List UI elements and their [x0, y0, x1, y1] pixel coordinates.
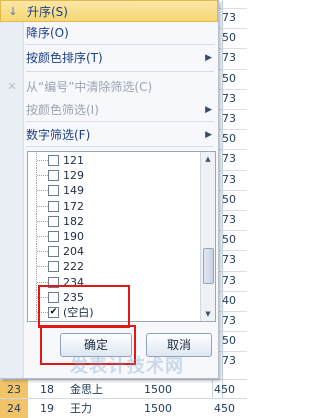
filter-value-item[interactable]: 204 — [28, 244, 200, 260]
menu-item-label: 按颜色排序(T) — [26, 51, 103, 65]
sheet-cell[interactable]: 73 — [222, 49, 247, 67]
filter-dropdown-menu: ↓ 升序(S) 降序(O) 按颜色排序(T) ▶ ✕ 从“编号”中清除筛选(C) 按颜色筛选(… — [0, 0, 219, 379]
row-number: 23 — [0, 380, 28, 399]
submenu-arrow-icon: ▶ — [205, 53, 212, 63]
sheet-cell[interactable]: 73 — [222, 312, 247, 330]
sheet-cell[interactable]: 18 — [40, 380, 64, 399]
checkbox[interactable] — [48, 170, 59, 182]
sheet-cell[interactable]: 19 — [40, 399, 64, 418]
menu-item-label: 按颜色筛选(I) — [26, 103, 99, 117]
menu-item-sort-by-color[interactable]: 按颜色排序(T) ▶ — [0, 47, 218, 69]
checkbox[interactable] — [48, 155, 59, 166]
scroll-down-icon[interactable]: ▼ — [202, 308, 214, 320]
sheet-cell[interactable]: 50 — [222, 70, 247, 88]
checkbox[interactable] — [48, 185, 59, 197]
sheet-cell[interactable]: 1500 — [144, 399, 184, 418]
sheet-cell[interactable]: 50 — [222, 332, 247, 350]
menu-item-label: 从“编号”中清除筛选(C) — [26, 80, 153, 94]
filter-value-item[interactable]: 182 — [28, 213, 200, 229]
table-row: 23 18 金思上 1500 450 — [0, 379, 247, 399]
menu-item-label: 升序(S) — [27, 5, 68, 19]
sheet-cell[interactable]: 73 — [222, 171, 247, 189]
menu-item-sort-ascending[interactable]: ↓ 升序(S) — [0, 0, 218, 22]
menu-item-filter-by-color: 按颜色筛选(I) ▶ — [0, 99, 218, 121]
menu-separator — [26, 146, 214, 147]
menu-item-sort-descending[interactable]: 降序(O) — [0, 22, 218, 44]
highlight-box-blank — [38, 285, 130, 328]
sheet-cell[interactable]: 73 — [222, 251, 247, 269]
sheet-cell[interactable]: 金思上 — [70, 380, 120, 399]
filter-value-label: 172 — [63, 199, 84, 213]
sheet-cell[interactable]: 73 — [222, 90, 247, 108]
sheet-cell[interactable]: 73 — [222, 211, 247, 229]
filter-value-item[interactable]: 129 — [28, 168, 200, 184]
menu-separator — [26, 44, 214, 45]
checklist-scrollbar[interactable]: ▲ ▼ — [200, 152, 215, 321]
filter-value-label: 182 — [63, 214, 84, 228]
row-number: 24 — [0, 399, 28, 418]
sheet-cell[interactable]: 73 — [222, 352, 247, 370]
checkbox[interactable] — [48, 261, 59, 273]
filter-value-label: 190 — [63, 230, 84, 243]
sheet-cell[interactable]: 50 — [222, 191, 247, 209]
sheet-cell[interactable]: 73 — [222, 272, 247, 290]
filter-value-label: 149 — [63, 184, 84, 198]
checkbox[interactable] — [48, 231, 59, 242]
filter-value-label: 121 — [63, 154, 84, 167]
sheet-cell[interactable]: 50 — [222, 231, 247, 249]
checkbox[interactable] — [48, 246, 59, 258]
menu-separator — [26, 71, 214, 72]
filter-value-label: 204 — [63, 245, 84, 259]
sheet-cell[interactable]: 50 — [222, 130, 247, 148]
filter-value-item[interactable]: 172 — [28, 198, 200, 214]
submenu-arrow-icon: ▶ — [205, 130, 212, 140]
menu-item-number-filters[interactable]: 数字筛选(F) ▶ — [0, 124, 218, 146]
sort-asc-icon: ↓ — [8, 5, 18, 18]
sheet-cell[interactable]: 王力 — [70, 399, 120, 418]
table-row: 24 19 王力 1500 450 — [0, 398, 247, 418]
watermark: 发表计技术网 — [70, 356, 184, 377]
checkbox[interactable] — [48, 215, 59, 227]
checkbox[interactable] — [48, 200, 59, 212]
clear-filter-icon: ✕ — [7, 80, 17, 93]
sheet-cell[interactable]: 73 — [222, 110, 247, 128]
filter-value-item[interactable]: 149 — [28, 183, 200, 199]
filter-value-item[interactable]: 190 — [28, 229, 200, 244]
filter-value-label: 129 — [63, 169, 84, 183]
menu-separator — [26, 121, 214, 122]
sheet-cell[interactable]: 73 — [222, 150, 247, 168]
sheet-cell[interactable]: 73 — [222, 9, 247, 27]
sheet-cell[interactable]: 450 — [214, 399, 247, 418]
filter-value-item[interactable]: 121 — [28, 153, 200, 168]
sheet-cell[interactable]: 40 — [222, 292, 247, 310]
scroll-up-icon[interactable]: ▲ — [202, 153, 214, 165]
scroll-thumb[interactable] — [203, 248, 214, 284]
filter-value-item[interactable]: 222 — [28, 259, 200, 275]
menu-item-label: 降序(O) — [26, 26, 69, 40]
menu-item-clear-filter: ✕ 从“编号”中清除筛选(C) — [0, 76, 218, 98]
sheet-cell[interactable]: 450 — [214, 380, 247, 399]
filter-value-label: 222 — [63, 260, 84, 274]
submenu-arrow-icon: ▶ — [205, 105, 212, 115]
menu-item-label: 数字筛选(F) — [26, 128, 91, 142]
sheet-cell[interactable]: 50 — [222, 29, 247, 47]
sheet-cell[interactable]: 1500 — [144, 380, 184, 399]
